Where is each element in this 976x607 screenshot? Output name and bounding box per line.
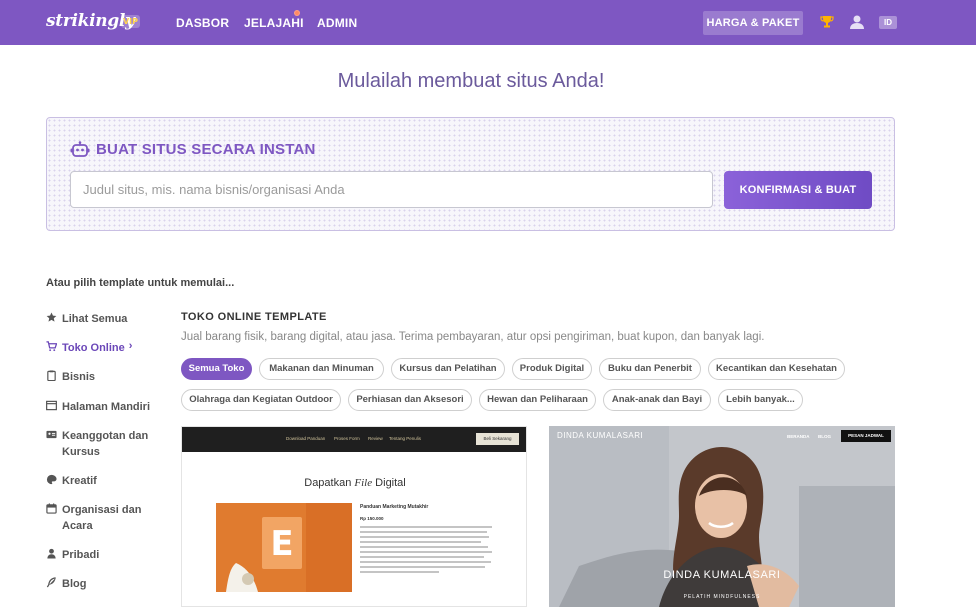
- calendar-icon: [46, 503, 57, 514]
- template-brand: DINDA KUMALASARI: [557, 431, 644, 440]
- sidebar-item-label: Bisnis: [62, 371, 96, 383]
- template-nav-item: Tentang Penulis: [389, 436, 422, 441]
- filter-beauty[interactable]: Kecantikan dan Kesehatan: [708, 358, 845, 380]
- language-selector[interactable]: ID: [879, 16, 897, 29]
- vip-badge: VIP: [121, 15, 140, 28]
- template-heading: Dapatkan File Digital: [304, 477, 406, 489]
- sidebar-item-creative[interactable]: Kreatif: [46, 473, 162, 489]
- template-card-coach[interactable]: DINDA KUMALASARI BERANDA BLOG PESAN JADW…: [549, 426, 895, 607]
- notification-dot: [294, 10, 300, 16]
- id-card-icon: [46, 429, 57, 440]
- template-hero-subtitle: PELATIH MINDFULNESS: [683, 594, 761, 600]
- filter-jewelry[interactable]: Perhiasan dan Aksesori: [348, 389, 472, 411]
- category-description: Jual barang fisik, barang digital, atau …: [181, 331, 765, 343]
- template-schedule-button: PESAN JADWAL: [841, 430, 891, 442]
- sidebar-item-organization[interactable]: Organisasi dan Acara: [46, 502, 162, 534]
- star-icon: [46, 312, 57, 323]
- chevron-right-icon: ›: [128, 340, 133, 352]
- filter-more[interactable]: Lebih banyak...: [718, 389, 803, 411]
- product-description: [360, 526, 492, 576]
- top-navbar: strikingly VIP DASBOR JELAJAHI ADMIN HAR…: [0, 0, 976, 45]
- site-title-input[interactable]: [70, 171, 713, 208]
- template-nav-item: BLOG: [818, 434, 831, 439]
- sidebar-item-label: Keanggotan dan Kursus: [62, 430, 149, 458]
- svg-text:E: E: [270, 524, 293, 564]
- filter-digital-products[interactable]: Produk Digital: [512, 358, 592, 380]
- filter-books[interactable]: Buku dan Penerbit: [599, 358, 701, 380]
- sidebar-item-business[interactable]: Bisnis: [46, 369, 162, 385]
- template-buy-button: Beli Sekarang: [476, 433, 519, 445]
- feather-icon: [46, 577, 57, 588]
- nav-admin[interactable]: ADMIN: [317, 16, 357, 30]
- sidebar-item-label: Blog: [62, 578, 87, 590]
- filter-all-stores[interactable]: Semua Toko: [181, 358, 252, 380]
- cart-icon: [46, 341, 58, 352]
- sidebar-item-landing-page[interactable]: Halaman Mandiri: [46, 399, 172, 415]
- sidebar-item-membership[interactable]: Keanggotan dan Kursus: [46, 428, 162, 460]
- filter-courses[interactable]: Kursus dan Pelatihan: [391, 358, 505, 380]
- sidebar-item-label: Halaman Mandiri: [62, 401, 151, 413]
- template-nav-item: Download Panduan: [286, 436, 326, 441]
- template-hero-name: DINDA KUMALASARI: [663, 569, 781, 581]
- sidebar-item-label: Lihat Semua: [62, 313, 128, 325]
- nav-dashboard[interactable]: DASBOR: [176, 16, 229, 30]
- product-title: Panduan Marketing Mutakhir: [360, 504, 429, 510]
- sidebar-item-personal[interactable]: Pribadi: [46, 547, 162, 563]
- sidebar-item-label: Pribadi: [62, 549, 100, 561]
- window-icon: [46, 400, 57, 411]
- template-nav-item: Review: [368, 436, 383, 441]
- category-title: TOKO ONLINE TEMPLATE: [181, 311, 327, 323]
- sidebar-item-online-store[interactable]: Toko Online ›: [46, 340, 132, 356]
- nav-explore[interactable]: JELAJAHI: [244, 16, 304, 30]
- product-price: Rp 150.000: [360, 516, 384, 521]
- filter-kids[interactable]: Anak-anak dan Bayi: [603, 389, 711, 411]
- template-nav-item: Proses Form: [334, 436, 360, 441]
- filter-pets[interactable]: Hewan dan Peliharaan: [479, 389, 596, 411]
- page-headline: Mulailah membuat situs Anda!: [337, 70, 605, 92]
- person-icon: [46, 548, 57, 559]
- template-intro: Atau pilih template untuk memulai...: [46, 277, 235, 289]
- user-icon[interactable]: [848, 13, 866, 31]
- palette-icon: [46, 474, 57, 485]
- instant-site-panel: BUAT SITUS SECARA INSTAN KONFIRMASI & BU…: [46, 117, 895, 231]
- trophy-icon[interactable]: [818, 14, 836, 32]
- confirm-create-button[interactable]: KONFIRMASI & BUAT: [724, 171, 872, 209]
- sidebar-item-label: Toko Online: [62, 342, 125, 354]
- sidebar-item-label: Organisasi dan Acara: [62, 504, 142, 532]
- instant-title: BUAT SITUS SECARA INSTAN: [96, 141, 316, 158]
- template-nav-item: BERANDA: [787, 434, 810, 439]
- sidebar-item-label: Kreatif: [62, 475, 97, 487]
- sidebar-item-blog[interactable]: Blog: [46, 576, 162, 592]
- filter-food-drink[interactable]: Makanan dan Minuman: [259, 358, 384, 380]
- pricing-button[interactable]: HARGA & PAKET: [703, 11, 803, 35]
- template-card-digital[interactable]: Download Panduan Proses Form Review Tent…: [181, 426, 527, 607]
- filter-sports[interactable]: Olahraga dan Kegiatan Outdoor: [181, 389, 341, 411]
- sidebar-item-all[interactable]: Lihat Semua: [46, 311, 162, 327]
- book-cover-image: E: [216, 503, 352, 592]
- robot-icon: [70, 141, 90, 159]
- clipboard-icon: [46, 370, 57, 382]
